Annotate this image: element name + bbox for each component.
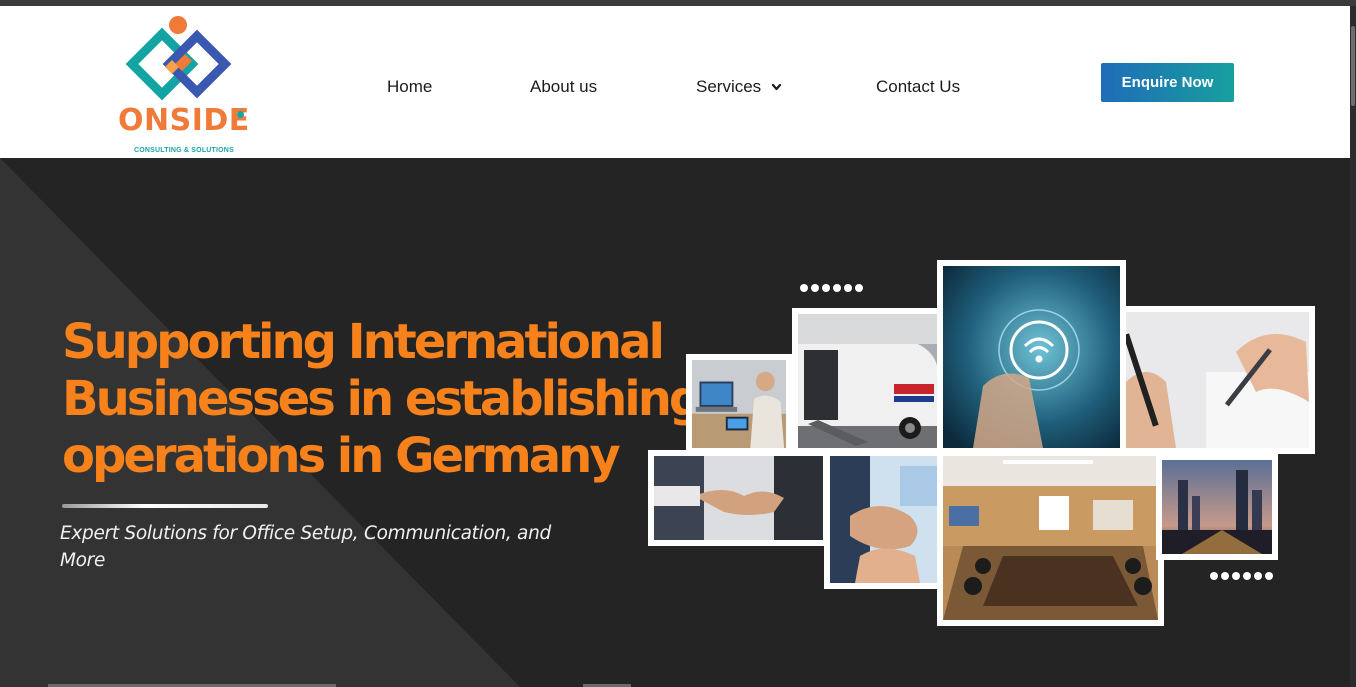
site-logo[interactable]: ONSIDE CONSULTING & SOLUTIONS xyxy=(112,14,252,154)
enquire-now-button[interactable]: Enquire Now xyxy=(1101,63,1234,102)
van-ramp-photo xyxy=(792,308,944,454)
nav-contact-us[interactable]: Contact Us xyxy=(876,72,960,102)
nav-home[interactable]: Home xyxy=(387,72,432,102)
pen-signing-photo xyxy=(1120,306,1315,454)
hero-headline: Supporting International Businesses in e… xyxy=(62,314,703,484)
logo-wordmark: ONSIDE xyxy=(118,103,250,138)
headline-underline xyxy=(62,504,268,508)
logo-dot xyxy=(237,111,244,118)
conference-room-photo xyxy=(937,450,1164,626)
scrollbar[interactable] xyxy=(1350,6,1356,687)
hero-section: Supporting International Businesses in e… xyxy=(0,158,1350,687)
nav-about-us[interactable]: About us xyxy=(530,72,597,102)
hero-subheading: Expert Solutions for Office Setup, Commu… xyxy=(60,523,551,571)
hands-together-photo xyxy=(824,450,943,589)
nav-services[interactable]: Services xyxy=(696,72,782,102)
city-skyline-photo xyxy=(1156,454,1278,560)
logo-tagline: CONSULTING & SOLUTIONS xyxy=(134,147,234,154)
handshake-photo xyxy=(648,450,829,546)
decorative-dots-top xyxy=(800,284,863,292)
laptop-tablet-photo xyxy=(686,354,792,454)
site-header: ONSIDE CONSULTING & SOLUTIONS Home About… xyxy=(0,6,1350,158)
nav-services-label: Services xyxy=(696,77,762,96)
decorative-dots-bottom xyxy=(1210,572,1273,580)
onside-logo-icon xyxy=(125,16,232,101)
scrollbar-thumb[interactable] xyxy=(1351,26,1355,106)
chevron-down-icon xyxy=(772,83,782,91)
wifi-tech-photo xyxy=(937,260,1126,454)
